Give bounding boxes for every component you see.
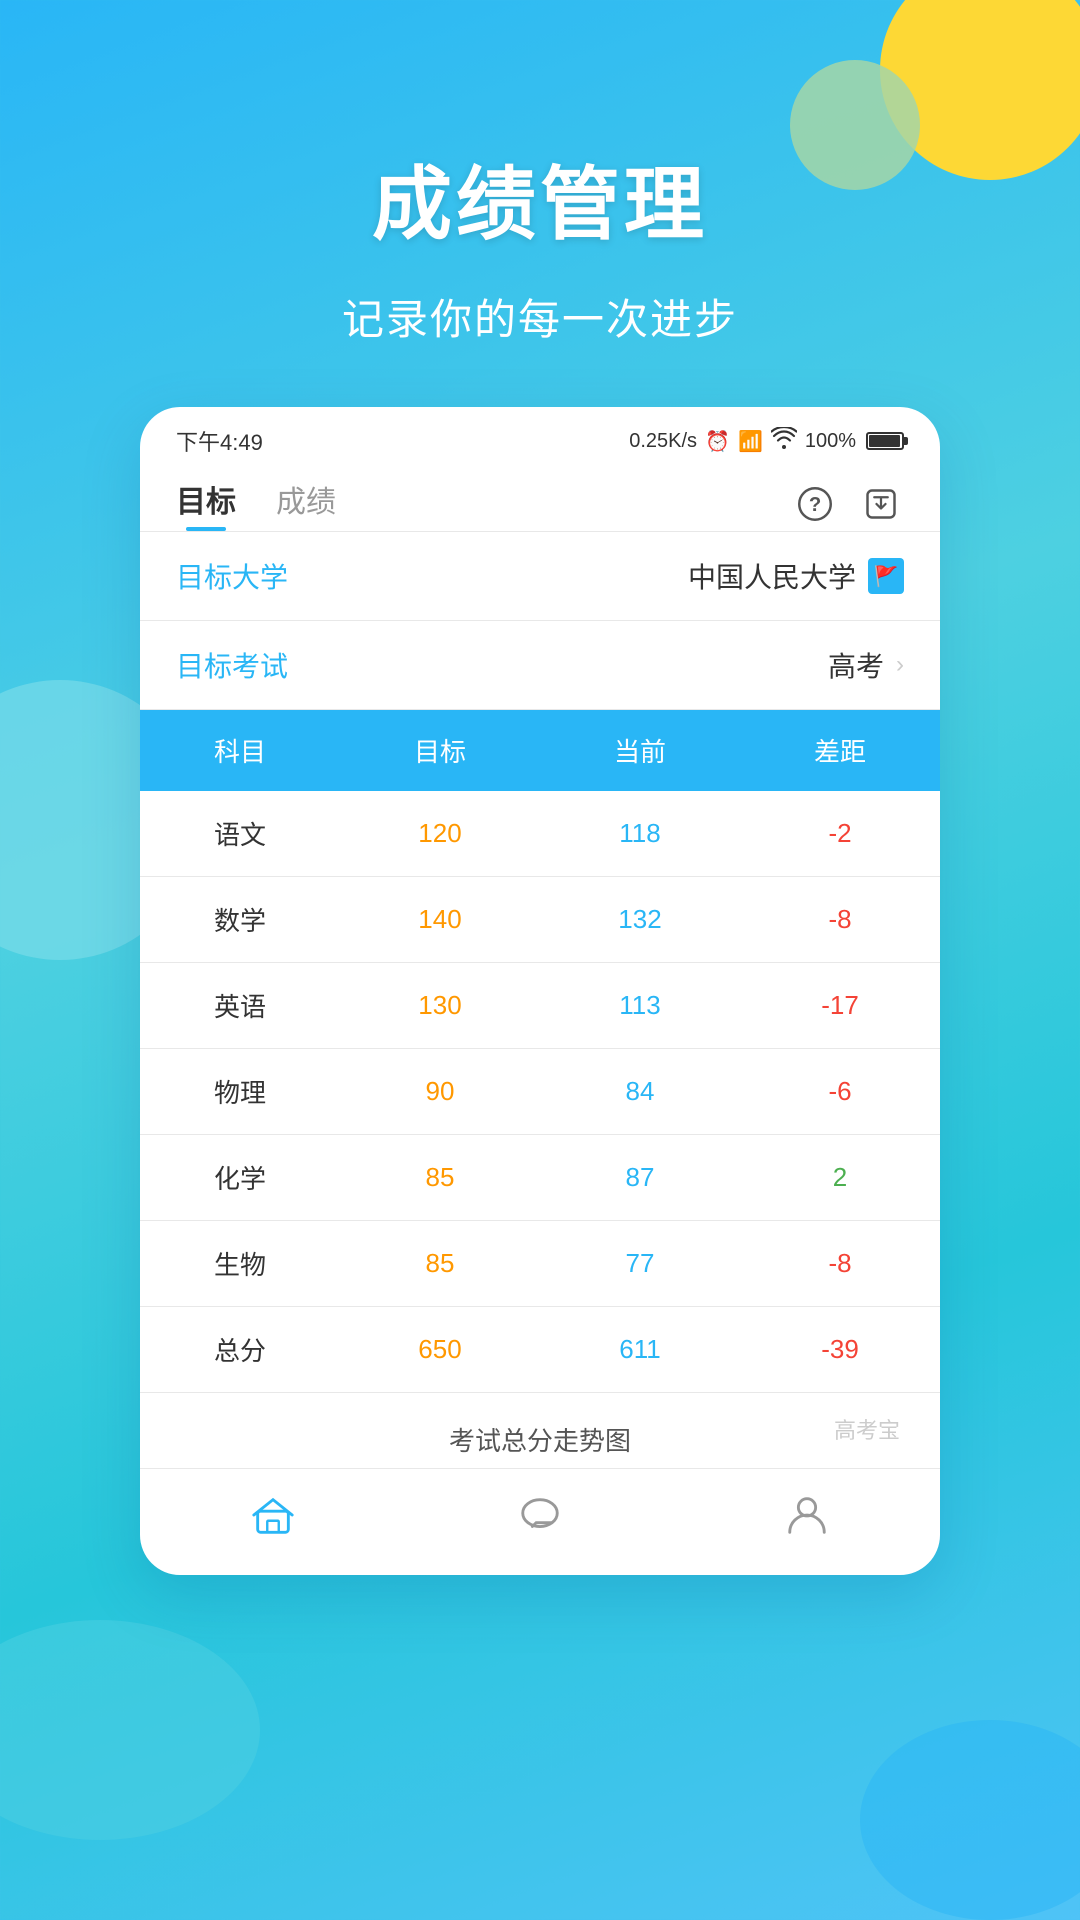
cell-subject: 生物 — [140, 1221, 340, 1307]
trend-row: 考试总分走势图 高考宝 — [140, 1393, 940, 1468]
cell-target: 85 — [340, 1221, 540, 1307]
exam-value-group: 高考 › — [828, 645, 904, 685]
battery-fill — [869, 435, 900, 447]
watermark: 高考宝 — [834, 1413, 900, 1445]
cell-current: 77 — [540, 1221, 740, 1307]
score-table: 科目 目标 当前 差距 语文120118-2数学140132-8英语130113… — [140, 710, 940, 1393]
cell-subject: 总分 — [140, 1307, 340, 1393]
cell-target: 140 — [340, 877, 540, 963]
svg-text:?: ? — [809, 494, 821, 516]
cell-current: 611 — [540, 1307, 740, 1393]
status-alarm-icon: ⏰ — [705, 429, 730, 454]
university-name: 中国人民大学 — [688, 556, 856, 596]
cell-diff: -39 — [740, 1307, 940, 1393]
cell-current: 113 — [540, 963, 740, 1049]
table-row: 化学85872 — [140, 1135, 940, 1221]
decoration-blob-blue-right — [860, 1720, 1080, 1920]
status-time: 下午4:49 — [176, 425, 263, 457]
cell-diff: 2 — [740, 1135, 940, 1221]
exam-name: 高考 — [828, 645, 884, 685]
battery-icon — [866, 432, 904, 450]
table-row: 物理9084-6 — [140, 1049, 940, 1135]
cell-diff: -6 — [740, 1049, 940, 1135]
hero-subtitle: 记录你的每一次进步 — [0, 286, 1080, 347]
cell-target: 85 — [340, 1135, 540, 1221]
nav-profile-button[interactable] — [777, 1485, 837, 1545]
tab-grades[interactable]: 成绩 — [276, 477, 336, 531]
cell-current: 132 — [540, 877, 740, 963]
help-button[interactable]: ? — [792, 481, 838, 527]
col-subject: 科目 — [140, 710, 340, 791]
status-network: 0.25K/s — [629, 430, 697, 453]
cell-current: 87 — [540, 1135, 740, 1221]
tab-row: 目标 成绩 ? — [140, 467, 940, 531]
tab-icons: ? — [792, 481, 904, 527]
cell-subject: 化学 — [140, 1135, 340, 1221]
hero-title: 成绩管理 — [0, 140, 1080, 256]
cell-diff: -8 — [740, 877, 940, 963]
col-diff: 差距 — [740, 710, 940, 791]
export-button[interactable] — [858, 481, 904, 527]
table-header: 科目 目标 当前 差距 — [140, 710, 940, 791]
col-target: 目标 — [340, 710, 540, 791]
status-right: 0.25K/s ⏰ 📶 100% — [629, 427, 904, 455]
hero-section: 成绩管理 记录你的每一次进步 — [0, 0, 1080, 347]
table-row: 数学140132-8 — [140, 877, 940, 963]
cell-subject: 英语 — [140, 963, 340, 1049]
status-bar: 下午4:49 0.25K/s ⏰ 📶 100% — [140, 407, 940, 467]
cell-diff: -17 — [740, 963, 940, 1049]
table-body: 语文120118-2数学140132-8英语130113-17物理9084-6化… — [140, 791, 940, 1393]
status-battery-pct: 100% — [805, 430, 856, 453]
cell-subject: 物理 — [140, 1049, 340, 1135]
cell-target: 650 — [340, 1307, 540, 1393]
university-row[interactable]: 目标大学 中国人民大学 🚩 — [140, 532, 940, 621]
cell-diff: -2 — [740, 791, 940, 877]
bottom-nav — [140, 1468, 940, 1555]
table-row: 总分650611-39 — [140, 1307, 940, 1393]
col-current: 当前 — [540, 710, 740, 791]
cell-current: 118 — [540, 791, 740, 877]
trend-label: 考试总分走势图 — [449, 1426, 631, 1456]
cell-current: 84 — [540, 1049, 740, 1135]
status-signal-icon: 📶 — [738, 429, 763, 454]
cell-target: 90 — [340, 1049, 540, 1135]
university-label: 目标大学 — [176, 556, 288, 596]
phone-card: 下午4:49 0.25K/s ⏰ 📶 100% 目标 成绩 — [140, 407, 940, 1575]
table-row: 英语130113-17 — [140, 963, 940, 1049]
cell-target: 120 — [340, 791, 540, 877]
nav-message-button[interactable] — [510, 1485, 570, 1545]
university-value-group: 中国人民大学 🚩 — [688, 556, 904, 596]
exam-row[interactable]: 目标考试 高考 › — [140, 621, 940, 710]
exam-label: 目标考试 — [176, 645, 288, 685]
cell-target: 130 — [340, 963, 540, 1049]
status-wifi-icon — [771, 427, 797, 455]
cell-subject: 数学 — [140, 877, 340, 963]
tab-target[interactable]: 目标 — [176, 477, 236, 531]
cell-subject: 语文 — [140, 791, 340, 877]
flag-icon: 🚩 — [868, 558, 904, 594]
cell-diff: -8 — [740, 1221, 940, 1307]
table-row: 生物8577-8 — [140, 1221, 940, 1307]
nav-home-button[interactable] — [243, 1485, 303, 1545]
chevron-right-icon: › — [896, 651, 904, 679]
decoration-blob-teal-bottom — [0, 1620, 260, 1840]
table-row: 语文120118-2 — [140, 791, 940, 877]
